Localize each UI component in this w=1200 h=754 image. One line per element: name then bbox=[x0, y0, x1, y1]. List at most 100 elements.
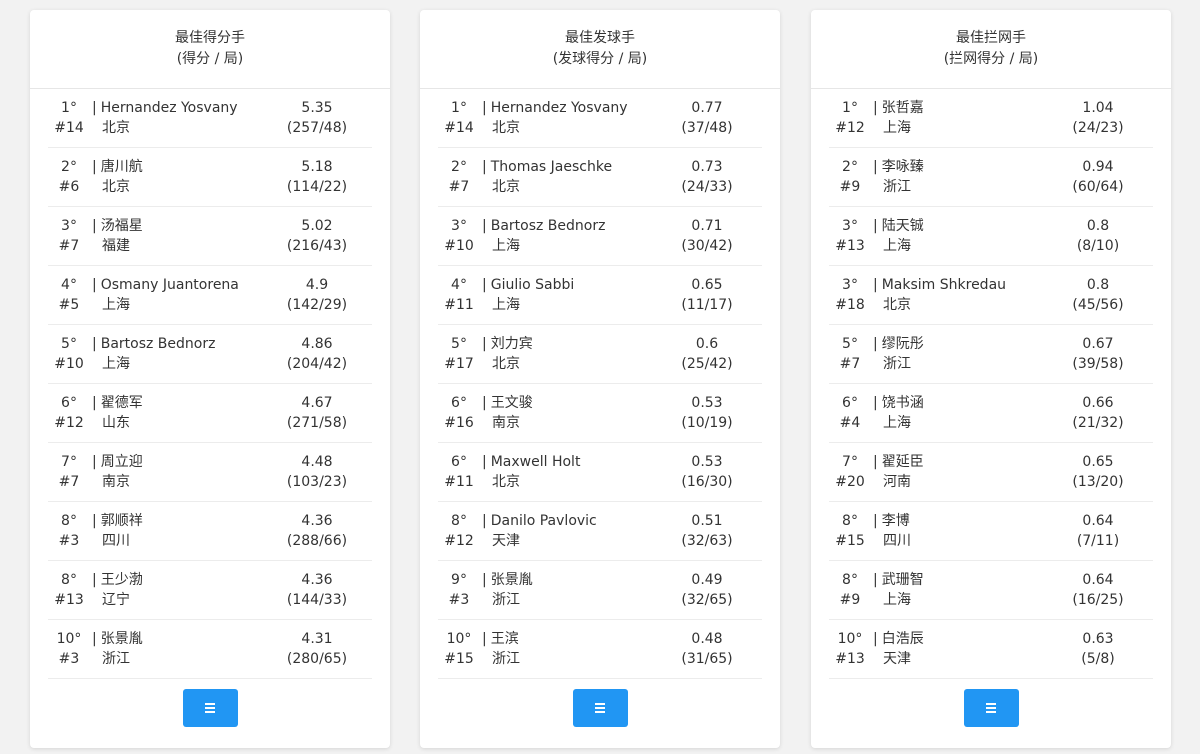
player-name[interactable]: 李博 bbox=[882, 513, 910, 529]
player-name[interactable]: 刘力宾 bbox=[491, 336, 533, 352]
ranking-row[interactable]: 1° #14 | Hernandez Yosvany 北京 5.35 (257/4… bbox=[48, 89, 372, 148]
separator: | bbox=[873, 159, 878, 175]
ranking-row[interactable]: 1° #14 | Hernandez Yosvany 北京 0.77 (37/48… bbox=[438, 89, 762, 148]
player-name[interactable]: Bartosz Bednorz bbox=[491, 218, 606, 234]
ranking-row[interactable]: 4° #11 | Giulio Sabbi 上海 0.65 (11/17) bbox=[438, 266, 762, 325]
stat-cell: 4.9 (142/29) bbox=[262, 275, 372, 315]
ranking-row[interactable]: 7° #20 | 翟延臣 河南 0.65 (13/20) bbox=[829, 443, 1153, 502]
jersey-number: #12 bbox=[54, 415, 84, 431]
player-name[interactable]: 武珊智 bbox=[882, 572, 924, 588]
player-name[interactable]: 王文骏 bbox=[491, 395, 533, 411]
player-name[interactable]: 郭顺祥 bbox=[101, 513, 143, 529]
player-name[interactable]: 饶书涵 bbox=[882, 395, 924, 411]
card-footer bbox=[30, 679, 390, 727]
player-name[interactable]: 缪阮彤 bbox=[882, 336, 924, 352]
player-name[interactable]: 王滨 bbox=[491, 631, 519, 647]
player-name[interactable]: Bartosz Bednorz bbox=[101, 336, 216, 352]
ranking-row[interactable]: 6° #16 | 王文骏 南京 0.53 (10/19) bbox=[438, 384, 762, 443]
player-name[interactable]: Danilo Pavlovic bbox=[491, 513, 597, 529]
player-name[interactable]: Hernandez Yosvany bbox=[101, 100, 238, 116]
ranking-row[interactable]: 1° #12 | 张哲嘉 上海 1.04 (24/23) bbox=[829, 89, 1153, 148]
ranking-row[interactable]: 8° #13 | 王少渤 辽宁 4.36 (144/33) bbox=[48, 561, 372, 620]
rank-cell: 3° #7 bbox=[48, 216, 90, 256]
rank: 8° bbox=[842, 513, 858, 529]
ranking-row[interactable]: 2° #6 | 唐川航 北京 5.18 (114/22) bbox=[48, 148, 372, 207]
team-city: 上海 bbox=[883, 120, 911, 136]
ranking-row[interactable]: 3° #7 | 汤福星 福建 5.02 (216/43) bbox=[48, 207, 372, 266]
player-cell: | 唐川航 北京 bbox=[90, 157, 262, 197]
ranking-row[interactable]: 2° #9 | 李咏臻 浙江 0.94 (60/64) bbox=[829, 148, 1153, 207]
player-cell: | 张哲嘉 上海 bbox=[871, 98, 1043, 138]
player-name[interactable]: Maksim Shkredau bbox=[882, 277, 1006, 293]
ranking-row[interactable]: 2° #7 | Thomas Jaeschke 北京 0.73 (24/33) bbox=[438, 148, 762, 207]
team-city: 辽宁 bbox=[102, 592, 130, 608]
ranking-row[interactable]: 8° #15 | 李博 四川 0.64 (7/11) bbox=[829, 502, 1153, 561]
player-name[interactable]: 白浩辰 bbox=[882, 631, 924, 647]
ranking-row[interactable]: 5° #7 | 缪阮彤 浙江 0.67 (39/58) bbox=[829, 325, 1153, 384]
player-name[interactable]: 翟德军 bbox=[101, 395, 143, 411]
player-name[interactable]: 翟延臣 bbox=[882, 454, 924, 470]
player-name[interactable]: 汤福星 bbox=[101, 218, 143, 234]
player-name[interactable]: 李咏臻 bbox=[882, 159, 924, 175]
ranking-row[interactable]: 7° #7 | 周立迎 南京 4.48 (103/23) bbox=[48, 443, 372, 502]
more-button[interactable] bbox=[963, 689, 1019, 727]
ranking-row[interactable]: 3° #10 | Bartosz Bednorz 上海 0.71 (30/42) bbox=[438, 207, 762, 266]
jersey-number: #3 bbox=[448, 592, 470, 608]
more-button[interactable] bbox=[182, 689, 238, 727]
stat-detail: (11/17) bbox=[681, 297, 733, 313]
stat-value: 5.35 bbox=[301, 100, 333, 116]
player-name[interactable]: Osmany Juantorena bbox=[101, 277, 239, 293]
stat-cell: 0.6 (25/42) bbox=[652, 334, 762, 374]
player-name[interactable]: 张景胤 bbox=[101, 631, 143, 647]
rank-cell: 2° #7 bbox=[438, 157, 480, 197]
ranking-row[interactable]: 3° #13 | 陆天铖 上海 0.8 (8/10) bbox=[829, 207, 1153, 266]
jersey-number: #7 bbox=[58, 474, 80, 490]
player-name[interactable]: Giulio Sabbi bbox=[491, 277, 575, 293]
rank: 10° bbox=[837, 631, 863, 647]
rank-cell: 2° #9 bbox=[829, 157, 871, 197]
player-name[interactable]: Maxwell Holt bbox=[491, 454, 581, 470]
ranking-row[interactable]: 5° #17 | 刘力宾 北京 0.6 (25/42) bbox=[438, 325, 762, 384]
jersey-number: #12 bbox=[835, 120, 865, 136]
ranking-row[interactable]: 6° #4 | 饶书涵 上海 0.66 (21/32) bbox=[829, 384, 1153, 443]
ranking-row[interactable]: 4° #5 | Osmany Juantorena 上海 4.9 (142/29) bbox=[48, 266, 372, 325]
stat-cell: 4.36 (144/33) bbox=[262, 570, 372, 610]
player-cell: | Maxwell Holt 北京 bbox=[480, 452, 652, 492]
ranking-row[interactable]: 10° #13 | 白浩辰 天津 0.63 (5/8) bbox=[829, 620, 1153, 679]
ranking-row[interactable]: 6° #12 | 翟德军 山东 4.67 (271/58) bbox=[48, 384, 372, 443]
ranking-row[interactable]: 10° #3 | 张景胤 浙江 4.31 (280/65) bbox=[48, 620, 372, 679]
ranking-row[interactable]: 8° #3 | 郭顺祥 四川 4.36 (288/66) bbox=[48, 502, 372, 561]
player-cell: | 刘力宾 北京 bbox=[480, 334, 652, 374]
card-subtitle: (拦网得分 / 局) bbox=[943, 51, 1039, 67]
ranking-row[interactable]: 8° #12 | Danilo Pavlovic 天津 0.51 (32/63) bbox=[438, 502, 762, 561]
player-name[interactable]: 张哲嘉 bbox=[882, 100, 924, 116]
separator: | bbox=[92, 454, 97, 470]
player-name[interactable]: 张景胤 bbox=[491, 572, 533, 588]
ranking-row[interactable]: 6° #11 | Maxwell Holt 北京 0.53 (16/30) bbox=[438, 443, 762, 502]
player-name[interactable]: Hernandez Yosvany bbox=[491, 100, 628, 116]
team-city: 北京 bbox=[102, 179, 130, 195]
player-name[interactable]: 陆天铖 bbox=[882, 218, 924, 234]
player-name[interactable]: 唐川航 bbox=[101, 159, 143, 175]
rank: 7° bbox=[61, 454, 77, 470]
player-name[interactable]: 王少渤 bbox=[101, 572, 143, 588]
team-city: 山东 bbox=[102, 415, 130, 431]
player-name[interactable]: Thomas Jaeschke bbox=[491, 159, 612, 175]
ranking-row[interactable]: 5° #10 | Bartosz Bednorz 上海 4.86 (204/42) bbox=[48, 325, 372, 384]
stat-cell: 0.73 (24/33) bbox=[652, 157, 762, 197]
stat-cell: 0.94 (60/64) bbox=[1043, 157, 1153, 197]
stat-cell: 5.18 (114/22) bbox=[262, 157, 372, 197]
ranking-row[interactable]: 10° #15 | 王滨 浙江 0.48 (31/65) bbox=[438, 620, 762, 679]
ranking-row[interactable]: 9° #3 | 张景胤 浙江 0.49 (32/65) bbox=[438, 561, 762, 620]
separator: | bbox=[873, 218, 878, 234]
player-name[interactable]: 周立迎 bbox=[101, 454, 143, 470]
separator: | bbox=[482, 159, 487, 175]
player-cell: | Maksim Shkredau 北京 bbox=[871, 275, 1043, 315]
card-footer bbox=[811, 679, 1171, 727]
ranking-row[interactable]: 3° #18 | Maksim Shkredau 北京 0.8 (45/56) bbox=[829, 266, 1153, 325]
more-button[interactable] bbox=[572, 689, 628, 727]
stat-detail: (16/25) bbox=[1072, 592, 1124, 608]
stat-detail: (31/65) bbox=[681, 651, 733, 667]
ranking-row[interactable]: 8° #9 | 武珊智 上海 0.64 (16/25) bbox=[829, 561, 1153, 620]
stat-value: 0.65 bbox=[1082, 454, 1114, 470]
